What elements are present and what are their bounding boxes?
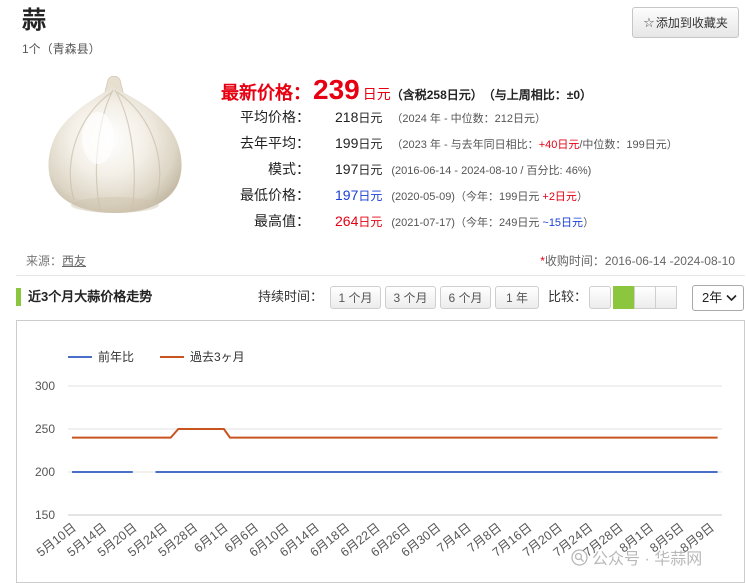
period-select[interactable]: 2年	[692, 285, 744, 311]
stat-unit: 日元	[358, 189, 383, 203]
stat-detail-text: /中位数：199日元）	[579, 139, 678, 151]
x-tick-label: 7月4日	[435, 520, 474, 555]
x-tick-label: 6月1日	[191, 520, 230, 555]
stat-detail-text: (2020-05-09)（今年：199日元	[391, 191, 543, 203]
stat-row-mode: 模式： 197 日元 (2016-06-14 - 2024-08-10 / 百分…	[221, 156, 678, 182]
compare-option-3[interactable]	[634, 286, 656, 309]
source-link[interactable]: 西友	[62, 254, 86, 268]
stat-value: 264	[335, 213, 359, 229]
stat-row-lowest: 最低价格： 197 日元 (2020-05-09)（今年：199日元 +2日元 …	[221, 182, 678, 208]
period-select-value: 2年	[702, 290, 723, 305]
add-to-favorites-button[interactable]: ☆ 添加到收藏夹	[632, 7, 739, 38]
stat-detail-diff: ~15日元	[542, 217, 584, 229]
y-tick-label: 250	[35, 422, 55, 436]
search-circle-icon	[571, 548, 588, 566]
divider	[16, 275, 745, 276]
compare-option-4[interactable]	[655, 286, 677, 309]
tax-included-price: （含税258日元）	[390, 88, 483, 102]
star-outline-icon: ☆	[643, 14, 655, 30]
weekly-change: （与上周相比：±0）	[482, 88, 593, 102]
compare-label: 比较：	[548, 289, 588, 304]
latest-price-line: 最新价格： 239 日元 （含税258日元） （与上周相比：±0）	[221, 74, 592, 108]
product-name: 蒜	[22, 7, 46, 34]
stat-detail: (2016-06-14 - 2024-08-10 / 百分比: 46%)	[391, 158, 591, 184]
stat-unit: 日元	[358, 215, 383, 229]
duration-label: 持续时间：	[258, 289, 324, 304]
stat-value: 197	[335, 161, 359, 177]
compare-option-2[interactable]	[613, 286, 635, 309]
duration-3-months-button[interactable]: 3 个月	[385, 286, 436, 309]
watermark: 公众号 · 华蒜网	[571, 545, 702, 569]
stat-unit: 日元	[358, 163, 383, 177]
stat-detail-text: ）	[576, 191, 588, 203]
stat-detail-text: ）	[583, 217, 595, 229]
duration-1-year-button[interactable]: 1 年	[495, 286, 539, 309]
y-tick-label: 300	[35, 379, 55, 393]
stat-label: 模式：	[268, 161, 310, 177]
stat-detail-diff: +40日元	[538, 139, 580, 151]
stat-row-average: 平均价格： 218 日元 （2024 年 - 中位数：212日元）	[221, 104, 678, 130]
stat-detail: (2021-07-17)（今年：249日元 ~15日元 ）	[391, 210, 594, 236]
stat-detail: （2024 年 - 中位数：212日元）	[391, 106, 546, 132]
price-trend-chart-svg: 3002502001505月10日5月14日5月20日5月24日5月28日6月1…	[34, 349, 722, 560]
stat-label: 平均价格：	[240, 109, 310, 125]
stat-detail: （2023 年 - 与去年同日相比： +40日元 /中位数：199日元）	[391, 132, 677, 158]
section-title: 近3个月大蒜价格走势	[28, 289, 153, 304]
source-line: 来源：西友	[26, 253, 86, 269]
stat-unit: 日元	[358, 137, 383, 151]
stat-label: 最低价格：	[240, 187, 310, 203]
collection-period-label: 收购时间：	[544, 254, 605, 268]
product-subtitle: 1个（青森县）	[22, 42, 101, 56]
source-label: 来源：	[26, 254, 63, 268]
collection-period-range: 2016-06-14 -2024-08-10	[604, 254, 735, 268]
stat-label: 去年平均：	[240, 135, 310, 151]
stat-detail-text: (2021-07-17)（今年：249日元	[391, 217, 543, 229]
garlic-image	[40, 74, 190, 216]
series-line	[72, 428, 718, 439]
price-stats: 平均价格： 218 日元 （2024 年 - 中位数：212日元） 去年平均： …	[221, 104, 678, 234]
collection-period: *收购时间：2016-06-14 -2024-08-10	[540, 253, 735, 269]
chevron-down-icon	[726, 294, 737, 302]
stat-detail-text: (2016-06-14 - 2024-08-10 / 百分比: 46%)	[391, 165, 592, 177]
legend-label: 過去3ヶ月	[190, 350, 245, 364]
stat-value: 199	[335, 135, 359, 151]
latest-price-value: 239	[313, 74, 360, 105]
latest-price-unit: 日元	[362, 86, 391, 102]
y-tick-label: 150	[35, 508, 55, 522]
stat-row-last-year-average: 去年平均： 199 日元 （2023 年 - 与去年同日相比： +40日元 /中…	[221, 130, 678, 156]
section-accent-bar	[16, 288, 21, 306]
legend-label: 前年比	[98, 349, 134, 364]
price-trend-chart: 300 250 200 150 5月10日 5月14日 5月20日 5月24日 5月28日 6月1…	[16, 320, 745, 583]
stat-value: 197	[335, 187, 359, 203]
compare-buttons	[589, 286, 677, 309]
stat-detail-text: （2023 年 - 与去年同日相比：	[391, 139, 539, 151]
duration-1-month-button[interactable]: 1 个月	[330, 286, 381, 309]
stat-row-highest: 最高值： 264 日元 (2021-07-17)（今年：249日元 ~15日元 …	[221, 208, 678, 234]
compare-option-1[interactable]	[589, 286, 611, 309]
watermark-text: 公众号 · 华蒜网	[592, 551, 703, 568]
y-tick-label: 200	[35, 465, 55, 479]
stat-label: 最高值：	[254, 213, 310, 229]
chart-plot: 3002502001505月10日5月14日5月20日5月24日5月28日6月1…	[34, 349, 722, 560]
favorite-label: 添加到收藏夹	[655, 16, 728, 30]
latest-price-label: 最新价格：	[221, 83, 311, 103]
stat-unit: 日元	[358, 111, 383, 125]
stat-value: 218	[335, 109, 359, 125]
stat-detail-text: （2024 年 - 中位数：212日元）	[391, 113, 547, 125]
duration-buttons: 1 个月 3 个月 6 个月 1 年	[330, 286, 539, 309]
stat-detail-diff: +2日元	[542, 191, 577, 203]
duration-6-months-button[interactable]: 6 个月	[440, 286, 491, 309]
stat-detail: (2020-05-09)（今年：199日元 +2日元 ）	[391, 184, 588, 210]
